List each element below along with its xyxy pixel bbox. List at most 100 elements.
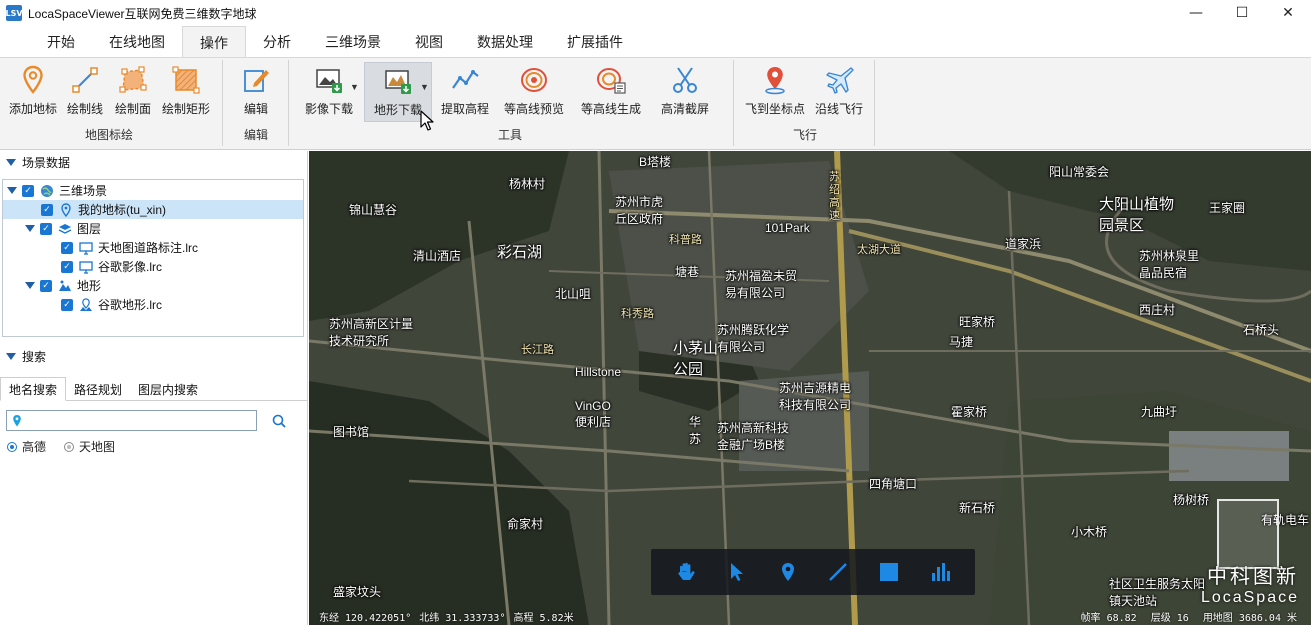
draw-rect-icon: [172, 66, 200, 94]
chart-icon[interactable]: [926, 558, 954, 586]
extract-elevation-label: 提取高程: [440, 102, 489, 116]
tree-item-layers[interactable]: ✓ 图层: [3, 219, 303, 238]
hd-screenshot-label: 高清截屏: [660, 102, 709, 116]
draw-polygon-button[interactable]: 绘制面: [110, 62, 156, 122]
extract-elevation-button[interactable]: 提取高程: [438, 62, 492, 122]
expand-triangle-icon[interactable]: [7, 187, 17, 194]
map-label: 科普路: [669, 234, 702, 246]
search-header[interactable]: 搜索: [0, 345, 308, 367]
radio-tianditu-label: 天地图: [79, 440, 116, 454]
map-label: 苏州高新区计量技术研究所: [329, 317, 414, 348]
polygon-icon[interactable]: [875, 558, 903, 586]
search-icon[interactable]: [269, 411, 289, 431]
draw-polygon-icon: [119, 66, 147, 93]
scissors-icon: [673, 67, 697, 93]
minimize-button[interactable]: —: [1173, 0, 1219, 26]
window-title: LocaSpaceViewer互联网免费三维数字地球: [28, 6, 257, 21]
edit-label: 编辑: [243, 102, 268, 116]
checkbox[interactable]: ✓: [40, 279, 52, 292]
contour-generate-button[interactable]: 等高线生成: [576, 62, 646, 122]
map-label: 王家圈: [1209, 201, 1246, 215]
seal-watermark: [1217, 499, 1279, 569]
map-view[interactable]: B塔楼 杨林村 苏州市虎丘区政府 锦山慧谷 清山酒店 彩石湖 科普路 塘巷 苏州…: [309, 151, 1311, 625]
pin-icon[interactable]: [774, 558, 802, 586]
scene-data-header[interactable]: 场景数据: [0, 151, 308, 173]
hd-screenshot-button[interactable]: 高清截屏: [656, 62, 714, 122]
search-input[interactable]: [6, 410, 257, 431]
map-label: 九曲圩: [1141, 405, 1178, 419]
collapse-triangle-icon: [6, 158, 16, 166]
checkbox[interactable]: ✓: [61, 298, 73, 311]
tab-layer-search[interactable]: 图层内搜索: [130, 377, 206, 401]
tree-item-google-image-layer[interactable]: ✓ 谷歌影像.lrc: [3, 257, 303, 276]
checkbox[interactable]: ✓: [22, 184, 34, 197]
map-label: 塘巷: [675, 265, 700, 279]
search-tabs: 地名搜索 路径规划 图层内搜索: [0, 377, 308, 401]
checkbox[interactable]: ✓: [61, 241, 73, 254]
image-download-dropdown-icon[interactable]: ▼: [350, 82, 359, 92]
tab-route-planning[interactable]: 路径规划: [66, 377, 130, 401]
expand-triangle-icon[interactable]: [25, 225, 35, 232]
map-label: 旺家桥: [959, 315, 996, 329]
image-download-button[interactable]: 影像下载: [300, 62, 358, 122]
fly-to-point-button[interactable]: 飞到坐标点: [742, 62, 808, 122]
expand-triangle-icon[interactable]: [25, 282, 35, 289]
tree-item-my-marks[interactable]: ✓ 我的地标(tu_xin): [3, 200, 303, 219]
image-download-icon: [316, 69, 342, 93]
radio-tianditu[interactable]: [64, 441, 75, 452]
tab-data-processing[interactable]: 数据处理: [460, 26, 550, 58]
group-label-edit: 编辑: [243, 128, 268, 142]
tab-plugins[interactable]: 扩展插件: [550, 26, 640, 58]
tab-analysis[interactable]: 分析: [246, 26, 308, 58]
map-status-bar: 东经 120.422051° 北纬 31.333733° 高程 5.82米 帧率…: [309, 607, 1311, 625]
pointer-icon[interactable]: [723, 558, 751, 586]
map-label: 杨林村: [509, 177, 546, 191]
draw-rect-button[interactable]: 绘制矩形: [158, 62, 214, 122]
map-label: 图书馆: [333, 425, 370, 439]
contour-preview-label: 等高线预览: [503, 102, 564, 116]
group-separator: [288, 60, 289, 146]
tree-item-terrain[interactable]: ✓ 地形: [3, 276, 303, 295]
radio-gaode[interactable]: [7, 441, 17, 452]
contour-preview-icon: [521, 68, 547, 92]
tree-item-google-terrain-layer[interactable]: ✓ 谷歌地形.lrc: [3, 295, 303, 314]
map-label: 盛家坟头: [333, 585, 382, 599]
tab-online-map[interactable]: 在线地图: [92, 26, 182, 58]
map-label: 西庄村: [1139, 303, 1176, 317]
tab-start[interactable]: 开始: [30, 26, 92, 58]
checkbox[interactable]: ✓: [61, 260, 73, 273]
map-label: 社区卫生服务太阳镇天池站: [1109, 577, 1206, 608]
checkbox[interactable]: ✓: [41, 203, 53, 216]
close-button[interactable]: ✕: [1265, 0, 1311, 26]
checkbox[interactable]: ✓: [40, 222, 52, 235]
scene-data-title: 场景数据: [22, 155, 71, 170]
tab-operate[interactable]: 操作: [182, 26, 246, 58]
tree-item-road-label-layer[interactable]: ✓ 天地图道路标注.lrc: [3, 238, 303, 257]
tab-place-search[interactable]: 地名搜索: [0, 377, 67, 401]
add-mark-button[interactable]: 添加地标: [4, 62, 62, 122]
draw-line-button[interactable]: 绘制线: [62, 62, 108, 122]
app-logo-icon: LSV: [5, 5, 23, 21]
tree-item-3d-scene[interactable]: ✓ 三维场景: [3, 181, 303, 200]
hand-icon[interactable]: [672, 558, 700, 586]
pin-icon: [61, 202, 71, 217]
line-icon[interactable]: [824, 558, 852, 586]
map-label: 长江路: [521, 344, 554, 356]
contour-generate-icon: [597, 68, 626, 94]
map-label: 苏绍高速: [829, 171, 840, 222]
tab-view[interactable]: 视图: [398, 26, 460, 58]
tab-3d-scene[interactable]: 三维场景: [308, 26, 398, 58]
fly-along-line-button[interactable]: 沿线飞行: [812, 62, 866, 122]
maximize-button[interactable]: ☐: [1219, 0, 1265, 26]
group-separator: [874, 60, 875, 146]
map-label: 道家浜: [1005, 237, 1042, 251]
tree-label: 谷歌影像.lrc: [98, 260, 162, 274]
edit-button[interactable]: 编辑: [234, 62, 278, 122]
map-label: 锦山慧谷: [349, 203, 398, 217]
map-label: VinGO便利店: [575, 399, 612, 429]
elevation-profile-icon: [452, 70, 479, 89]
terrain-download-dropdown-icon[interactable]: ▼: [420, 82, 429, 92]
radio-gaode-label: 高德: [22, 440, 47, 454]
terrain-icon: [59, 280, 71, 291]
contour-preview-button[interactable]: 等高线预览: [500, 62, 568, 122]
